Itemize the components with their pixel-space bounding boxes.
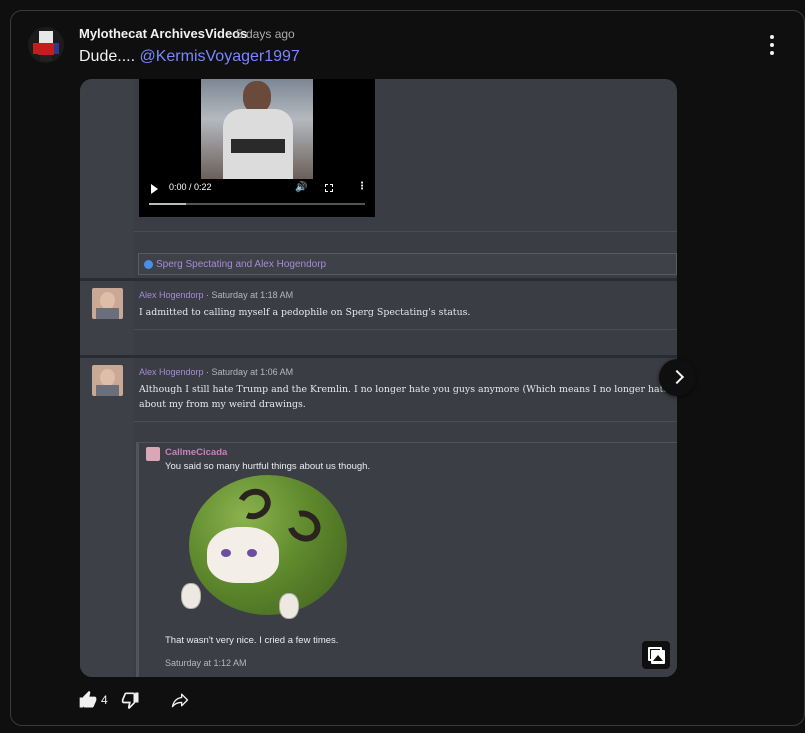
- play-icon: [151, 184, 158, 194]
- commenter-avatar: [92, 365, 123, 396]
- video-progress-bar: [149, 203, 365, 205]
- post-divider: [80, 355, 677, 358]
- channel-name[interactable]: Mylothecat ArchivesVideos: [79, 26, 247, 41]
- channel-avatar[interactable]: [28, 27, 64, 63]
- roblox-avatar-icon: [28, 27, 64, 63]
- embedded-video: 0:00 / 0:22 🔊 ⋮: [139, 79, 375, 217]
- post-text: Dude.... @KermisVoyager1997: [79, 48, 300, 66]
- more-vert-icon[interactable]: [764, 35, 780, 55]
- quote-text: That wasn't very nice. I cried a few tim…: [165, 635, 339, 646]
- mention-link[interactable]: @KermisVoyager1997: [139, 48, 299, 65]
- video-thumbnail: [201, 79, 313, 179]
- fullscreen-icon: [325, 184, 333, 192]
- comment-text: I admitted to calling myself a pedophile…: [139, 307, 471, 318]
- comment-text: Although I still hate Trump and the Krem…: [139, 384, 677, 395]
- gallery-icon[interactable]: [642, 641, 670, 669]
- thumb-down-icon[interactable]: [121, 690, 141, 710]
- separator: [134, 231, 677, 232]
- tag-line: Sperg Spectating and Alex Hogendorp: [138, 253, 677, 275]
- post-image[interactable]: 0:00 / 0:22 🔊 ⋮ Sperg Spectating and Ale…: [80, 79, 677, 677]
- video-time: 0:00 / 0:22: [169, 182, 212, 192]
- video-controls: 0:00 / 0:22 🔊 ⋮: [139, 179, 375, 217]
- like-count: 4: [101, 693, 108, 707]
- video-menu-icon: ⋮: [357, 181, 367, 192]
- quote-author: CallmeCicada: [165, 447, 228, 458]
- thumb-up-icon[interactable]: [78, 690, 98, 710]
- comment-text: about my from my weird drawings.: [139, 399, 306, 410]
- comment-meta: Alex Hogendorp · Saturday at 1:18 AM: [139, 290, 293, 300]
- comment-date: · Saturday at 1:06 AM: [203, 367, 294, 377]
- tag-line-text: Sperg Spectating and Alex Hogendorp: [156, 259, 327, 270]
- post-divider: [80, 278, 677, 281]
- sheep-sticker-image: [179, 475, 361, 627]
- comment-date: · Saturday at 1:18 AM: [203, 290, 294, 300]
- separator: [134, 421, 677, 422]
- post-body-text: Dude....: [79, 48, 136, 65]
- commenter-name: Alex Hogendorp: [139, 290, 204, 300]
- quote-date: Saturday at 1:12 AM: [165, 658, 247, 668]
- quote-text: You said so many hurtful things about us…: [165, 461, 371, 472]
- comment-meta: Alex Hogendorp · Saturday at 1:06 AM: [139, 367, 293, 377]
- post-time[interactable]: 5 days ago: [236, 27, 295, 41]
- commenter-name: Alex Hogendorp: [139, 367, 204, 377]
- tag-icon: [144, 260, 153, 269]
- separator: [134, 329, 677, 330]
- volume-icon: 🔊: [295, 182, 308, 193]
- chevron-right-icon[interactable]: [659, 359, 696, 396]
- commenter-avatar: [92, 288, 123, 319]
- share-icon[interactable]: [170, 690, 190, 710]
- quote-avatar: [146, 447, 160, 461]
- quoted-comment: CallmeCicada You said so many hurtful th…: [136, 442, 677, 677]
- video-progress-fill: [149, 203, 186, 205]
